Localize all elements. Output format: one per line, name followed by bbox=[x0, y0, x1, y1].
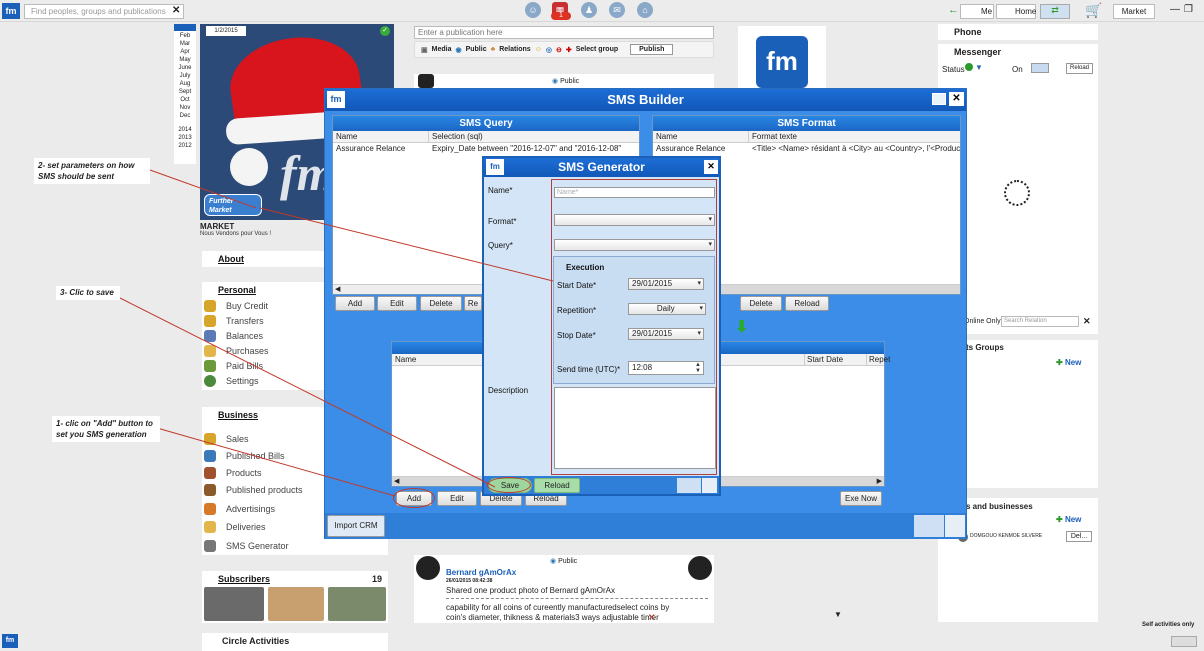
annotation-line-step2 bbox=[149, 169, 257, 209]
annotation-step1: 1- clic on "Add" button to set you SMS g… bbox=[52, 416, 160, 442]
annotation-line-step2-b bbox=[259, 207, 554, 282]
annotation-step3: 3- Clic to save bbox=[56, 286, 120, 300]
annotation-line-step1 bbox=[156, 427, 396, 497]
annotation-lines bbox=[119, 169, 554, 497]
annotation-line-step3 bbox=[119, 297, 496, 488]
annotation-step2: 2- set parameters on how SMS should be s… bbox=[34, 158, 150, 184]
